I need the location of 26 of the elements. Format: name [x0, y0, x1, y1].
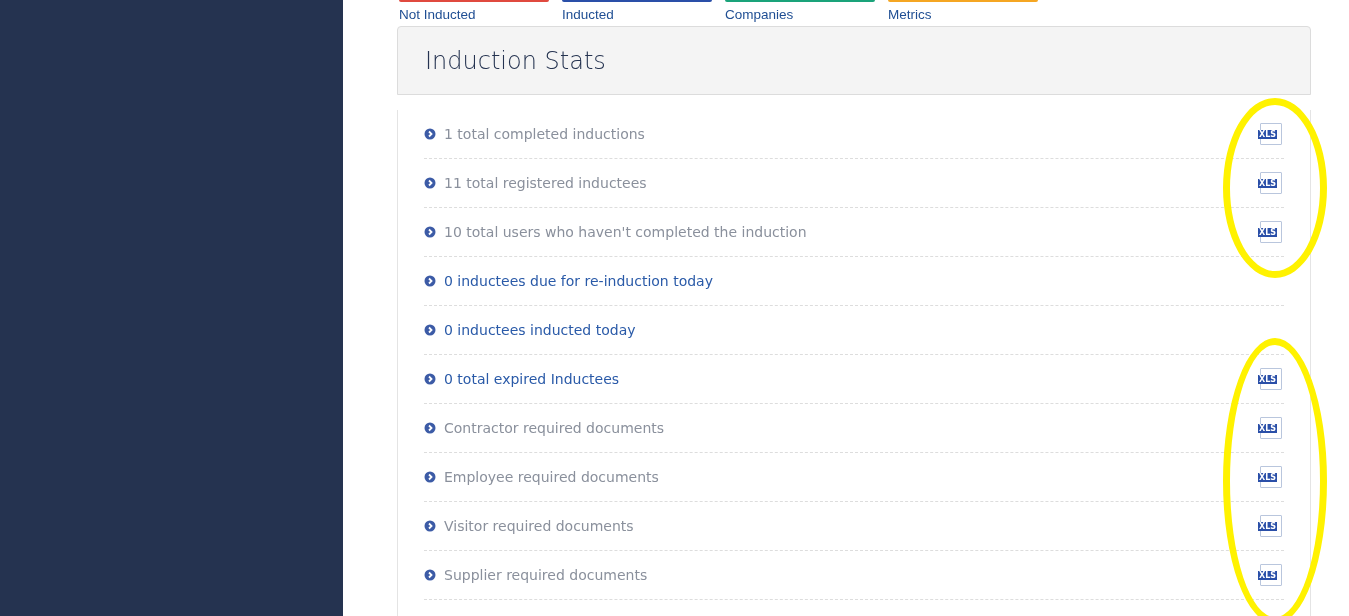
xls-file-icon[interactable]: XLS [1260, 417, 1282, 439]
stat-link[interactable]: 0 inductees inducted today [444, 322, 1284, 338]
chevron-circle-icon [424, 373, 436, 385]
chevron-circle-icon [424, 324, 436, 336]
nav-tab[interactable]: Companies [725, 0, 875, 23]
nav-tab[interactable]: Inducted [562, 0, 712, 23]
xls-file-icon[interactable]: XLS [1260, 172, 1282, 194]
stat-link[interactable]: 0 total expired Inductees [444, 371, 1260, 387]
xls-file-icon[interactable]: XLS [1260, 515, 1282, 537]
xls-file-icon[interactable]: XLS [1260, 368, 1282, 390]
chevron-circle-icon [424, 275, 436, 287]
chevron-circle-icon [424, 569, 436, 581]
chevron-circle-icon [424, 422, 436, 434]
chevron-circle-icon [424, 177, 436, 189]
chevron-circle-icon [424, 226, 436, 238]
chevron-circle-icon [424, 471, 436, 483]
panel-title: Induction Stats [425, 46, 606, 75]
chevron-circle-icon [424, 128, 436, 140]
stat-link[interactable]: 0 inductees due for re-induction today [444, 273, 1284, 289]
chevron-circle-icon [424, 520, 436, 532]
xls-file-icon[interactable]: XLS [1260, 221, 1282, 243]
xls-file-icon[interactable]: XLS [1260, 466, 1282, 488]
xls-file-icon[interactable]: XLS [1260, 123, 1282, 145]
nav-tab[interactable]: Metrics [888, 0, 1038, 23]
xls-file-icon[interactable]: XLS [1260, 564, 1282, 586]
nav-tab[interactable]: Not Inducted [399, 0, 549, 23]
